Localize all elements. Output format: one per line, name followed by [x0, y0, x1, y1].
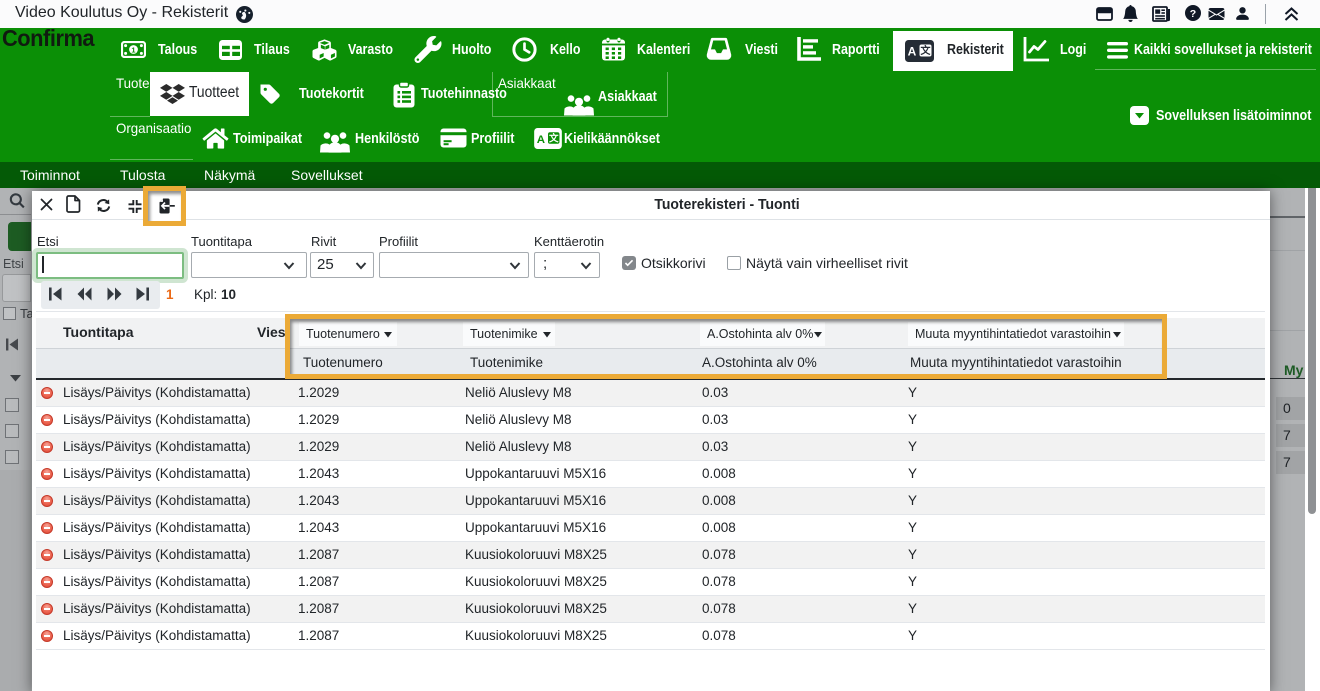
- svg-text:1: 1: [131, 45, 135, 54]
- svg-text:A: A: [537, 134, 545, 146]
- svg-text:?: ?: [1190, 8, 1196, 20]
- svg-text:文: 文: [921, 44, 932, 57]
- svg-text:A: A: [908, 45, 917, 59]
- svg-text:文: 文: [548, 132, 559, 144]
